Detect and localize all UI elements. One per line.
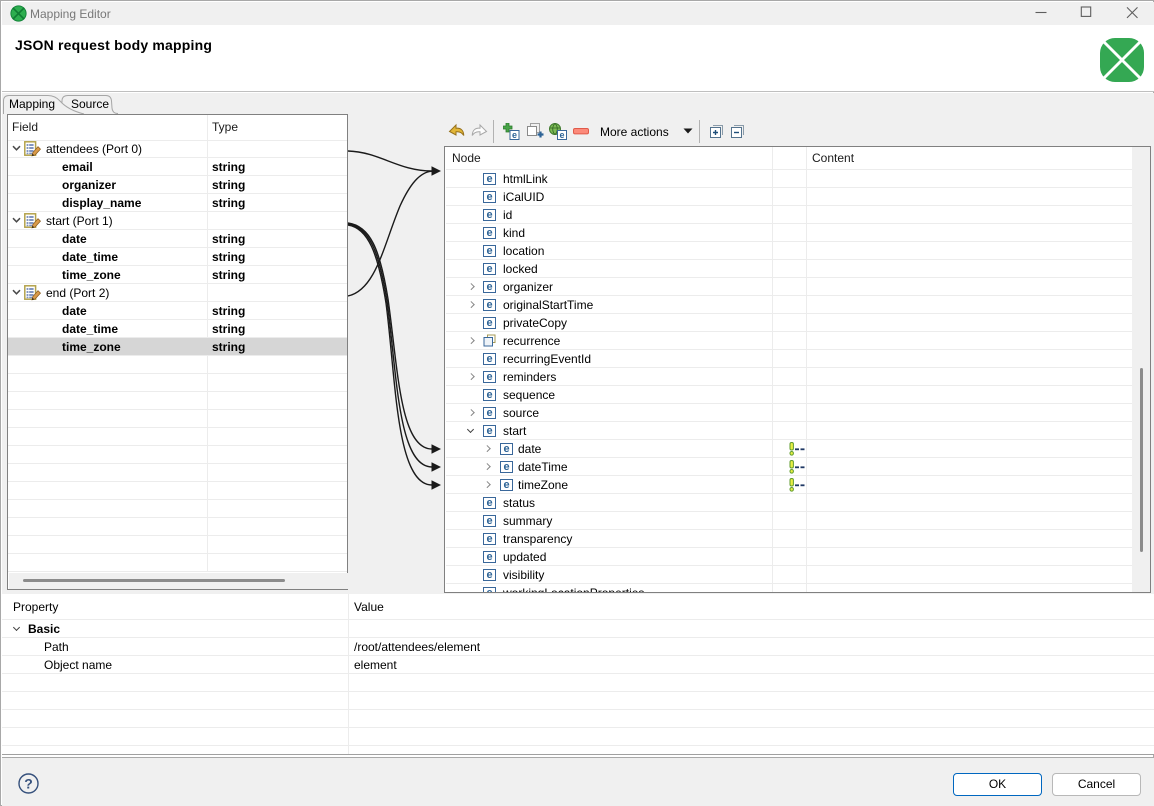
svg-text:?: ? <box>24 776 33 792</box>
svg-text:e: e <box>559 130 564 140</box>
svg-text:e: e <box>512 130 517 140</box>
